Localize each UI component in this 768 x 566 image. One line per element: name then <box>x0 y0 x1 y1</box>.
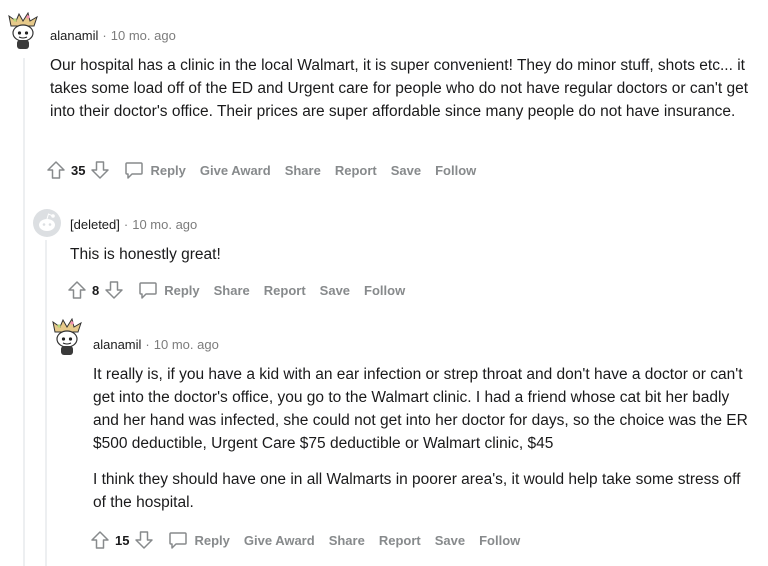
deleted-user-icon <box>33 209 61 237</box>
downvote-button[interactable] <box>134 530 154 550</box>
speech-bubble-icon <box>139 282 157 299</box>
upvote-button[interactable] <box>90 530 110 550</box>
reply-label: Reply <box>150 162 186 178</box>
timestamp[interactable]: 10 mo. ago <box>111 28 176 43</box>
upvote-arrow-icon <box>91 531 109 549</box>
comment-body: It really is, if you have a kid with an … <box>93 363 753 527</box>
comment: [deleted] · 10 mo. ago This is honestly gr… <box>0 200 768 310</box>
save-button[interactable]: Save <box>320 283 350 298</box>
report-button[interactable]: Report <box>379 533 421 548</box>
downvote-arrow-icon <box>105 281 123 299</box>
downvote-arrow-icon <box>91 161 110 179</box>
upvote-button[interactable] <box>46 160 66 180</box>
report-button[interactable]: Report <box>335 163 377 178</box>
comment-paragraph: Our hospital has a clinic in the local W… <box>50 57 749 120</box>
upvote-arrow-icon <box>68 281 86 299</box>
save-button[interactable]: Save <box>391 163 421 178</box>
snoo-avatar-icon <box>8 11 38 49</box>
separator-dot: · <box>102 28 107 43</box>
comment: alanamil · 10 mo. ago It really is, if you… <box>0 310 768 566</box>
save-button[interactable]: Save <box>435 533 465 548</box>
reply-label: Reply <box>164 282 200 298</box>
downvote-button[interactable] <box>90 160 110 180</box>
speech-bubble-icon <box>125 162 144 179</box>
comment-body: Our hospital has a clinic in the local W… <box>50 54 750 136</box>
timestamp[interactable]: 10 mo. ago <box>154 337 219 352</box>
comment-actions: 15 Reply Give Award Share Report Save Fo… <box>90 530 520 550</box>
reply-label: Reply <box>194 532 230 548</box>
give-award-button[interactable]: Give Award <box>244 533 315 548</box>
follow-button[interactable]: Follow <box>435 163 476 178</box>
comment-meta: alanamil · 10 mo. ago <box>50 28 176 43</box>
upvote-arrow-icon <box>47 161 65 179</box>
reply-button[interactable]: Reply <box>124 160 186 180</box>
comment-meta: alanamil · 10 mo. ago <box>93 337 219 352</box>
snoo-avatar-icon <box>52 317 82 355</box>
timestamp[interactable]: 10 mo. ago <box>132 217 197 232</box>
share-button[interactable]: Share <box>329 533 365 548</box>
reply-button[interactable]: Reply <box>168 530 230 550</box>
give-award-button[interactable]: Give Award <box>200 163 271 178</box>
comment-paragraph: This is honestly great! <box>70 246 221 263</box>
separator-dot: · <box>123 217 129 232</box>
comment: alanamil · 10 mo. ago Our hospital has a c… <box>0 0 768 190</box>
user-avatar[interactable] <box>32 208 64 244</box>
vote-score: 15 <box>115 532 130 548</box>
downvote-arrow-icon <box>135 531 154 549</box>
author-username[interactable]: alanamil <box>93 337 141 352</box>
report-button[interactable]: Report <box>264 283 306 298</box>
author-username[interactable]: alanamil <box>50 28 98 43</box>
comment-body: This is honestly great! <box>70 243 750 279</box>
upvote-button[interactable] <box>67 280 87 300</box>
vote-score: 8 <box>92 282 100 298</box>
separator-dot: · <box>145 337 150 352</box>
user-avatar[interactable] <box>7 11 39 49</box>
follow-button[interactable]: Follow <box>479 533 520 548</box>
comment-actions: 8 Reply Share Report Save Follow <box>67 280 405 300</box>
author-username: [deleted] <box>70 217 120 232</box>
comment-paragraph: I think they should have one in all Walm… <box>93 471 741 511</box>
vote-score: 35 <box>71 162 86 178</box>
downvote-button[interactable] <box>104 280 124 300</box>
share-button[interactable]: Share <box>285 163 321 178</box>
speech-bubble-icon <box>169 532 188 549</box>
user-avatar[interactable] <box>51 317 83 355</box>
follow-button[interactable]: Follow <box>364 283 405 298</box>
share-button[interactable]: Share <box>214 283 250 298</box>
comment-paragraph: It really is, if you have a kid with an … <box>93 366 748 452</box>
reply-button[interactable]: Reply <box>138 280 200 300</box>
comment-actions: 35 Reply Give Award Share Report Save Fo… <box>46 160 476 180</box>
comment-meta: [deleted] · 10 mo. ago <box>70 217 197 232</box>
